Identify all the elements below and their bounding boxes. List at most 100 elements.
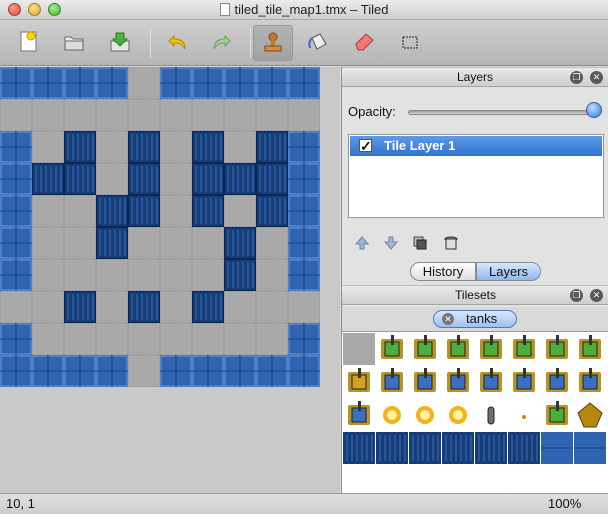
- wall-tile: [32, 355, 64, 387]
- eraser-icon[interactable]: [352, 30, 376, 54]
- float-panel-icon[interactable]: ❐: [570, 71, 583, 84]
- floor-tile: [160, 259, 192, 291]
- tileset-tile[interactable]: [348, 368, 370, 392]
- tileset-tile[interactable]: [383, 406, 401, 424]
- floor-tile: [160, 323, 192, 355]
- tileset-tile[interactable]: [480, 368, 502, 392]
- crate-tile: [64, 291, 96, 323]
- wall-tile: [288, 323, 320, 355]
- tileset-tile[interactable]: [414, 335, 436, 359]
- float-panel-icon[interactable]: ❐: [570, 289, 583, 302]
- tileset-tile[interactable]: [508, 432, 540, 464]
- floor-tile: [128, 259, 160, 291]
- close-panel-icon[interactable]: ✕: [590, 71, 603, 84]
- tab-layers[interactable]: Layers: [476, 262, 541, 281]
- tileset-tile[interactable]: [513, 368, 535, 392]
- tileset-tile[interactable]: [579, 368, 601, 392]
- crate-tile: [256, 195, 288, 227]
- floor-tile: [224, 131, 256, 163]
- tileset-tile[interactable]: [546, 335, 568, 359]
- tileset-tile[interactable]: [480, 335, 502, 359]
- floor-tile: [32, 99, 64, 131]
- layer-row-tile-layer-1[interactable]: Tile Layer 1: [350, 136, 602, 156]
- tileset-tab-tanks[interactable]: ✕ tanks: [433, 310, 517, 328]
- main-toolbar: [0, 20, 608, 66]
- floor-tile: [96, 99, 128, 131]
- layer-list[interactable]: Tile Layer 1: [348, 134, 604, 218]
- opacity-slider-handle[interactable]: [586, 102, 602, 118]
- crate-tile: [256, 163, 288, 195]
- floor-tile: [256, 259, 288, 291]
- tab-history[interactable]: History: [410, 262, 476, 281]
- move-layer-down-icon[interactable]: [383, 235, 399, 251]
- tileset-tile[interactable]: [513, 335, 535, 359]
- tileset-tile[interactable]: [447, 368, 469, 392]
- tileset-tile[interactable]: [343, 333, 375, 365]
- tileset-tile[interactable]: [522, 415, 526, 419]
- tile-map-canvas[interactable]: [0, 67, 340, 493]
- floor-tile: [256, 323, 288, 355]
- redo-icon[interactable]: [209, 30, 233, 54]
- floor-tile: [192, 227, 224, 259]
- tileset-tile[interactable]: [574, 432, 606, 464]
- tileset-tile[interactable]: [381, 335, 403, 359]
- tileset-tile[interactable]: [376, 432, 408, 464]
- bucket-fill-icon[interactable]: [306, 30, 330, 54]
- stamp-icon[interactable]: [253, 25, 293, 61]
- tileset-tile[interactable]: [546, 368, 568, 392]
- tileset-canvas[interactable]: [342, 332, 608, 494]
- wall-tile: [160, 355, 192, 387]
- rectangle-select-icon[interactable]: [398, 30, 422, 54]
- wall-tile: [192, 67, 224, 99]
- tileset-tile[interactable]: [541, 432, 573, 464]
- wall-tile: [0, 195, 32, 227]
- undo-icon[interactable]: [166, 30, 190, 54]
- floor-tile: [256, 227, 288, 259]
- delete-layer-icon[interactable]: [443, 235, 459, 251]
- tileset-tile[interactable]: [442, 432, 474, 464]
- tileset-tile[interactable]: [579, 335, 601, 359]
- tileset-tile[interactable]: [449, 406, 467, 424]
- tileset-tile[interactable]: [348, 401, 370, 425]
- wall-tile: [64, 67, 96, 99]
- floor-tile: [96, 131, 128, 163]
- tileset-tile[interactable]: [416, 406, 434, 424]
- tileset-tile[interactable]: [546, 401, 568, 425]
- crate-tile: [224, 227, 256, 259]
- floor-tile: [192, 323, 224, 355]
- tilesets-panel-title: Tilesets: [455, 288, 496, 302]
- wall-tile: [288, 195, 320, 227]
- tilesets-panel-header: Tilesets ❐ ✕: [342, 285, 608, 305]
- tileset-tile[interactable]: [409, 432, 441, 464]
- floor-tile: [32, 291, 64, 323]
- tileset-tile[interactable]: [414, 368, 436, 392]
- wall-tile: [0, 259, 32, 291]
- new-file-icon[interactable]: [17, 30, 41, 54]
- wall-tile: [64, 355, 96, 387]
- close-tab-icon[interactable]: ✕: [442, 313, 454, 325]
- tileset-tile[interactable]: [381, 368, 403, 392]
- close-panel-icon[interactable]: ✕: [590, 289, 603, 302]
- move-layer-up-icon[interactable]: [354, 235, 370, 251]
- layer-visibility-checkbox[interactable]: [359, 136, 372, 156]
- tileset-tile[interactable]: [475, 432, 507, 464]
- floor-tile: [160, 195, 192, 227]
- opacity-slider[interactable]: [408, 110, 598, 115]
- floor-tile: [96, 291, 128, 323]
- duplicate-layer-icon[interactable]: [412, 235, 428, 251]
- tileset-tile[interactable]: [487, 406, 495, 425]
- map-view[interactable]: [0, 67, 340, 493]
- crate-tile: [64, 131, 96, 163]
- wall-tile: [0, 227, 32, 259]
- tileset-tile[interactable]: [577, 402, 603, 428]
- floor-tile: [128, 99, 160, 131]
- tileset-tile[interactable]: [447, 335, 469, 359]
- floor-tile: [128, 227, 160, 259]
- open-folder-icon[interactable]: [62, 30, 86, 54]
- save-icon[interactable]: [108, 30, 132, 54]
- tileset-tile[interactable]: [343, 432, 375, 464]
- tileset-view[interactable]: [342, 331, 608, 493]
- crate-tile: [128, 291, 160, 323]
- window-title: tiled_tile_map1.tmx – Tiled: [234, 2, 389, 17]
- wall-tile: [224, 355, 256, 387]
